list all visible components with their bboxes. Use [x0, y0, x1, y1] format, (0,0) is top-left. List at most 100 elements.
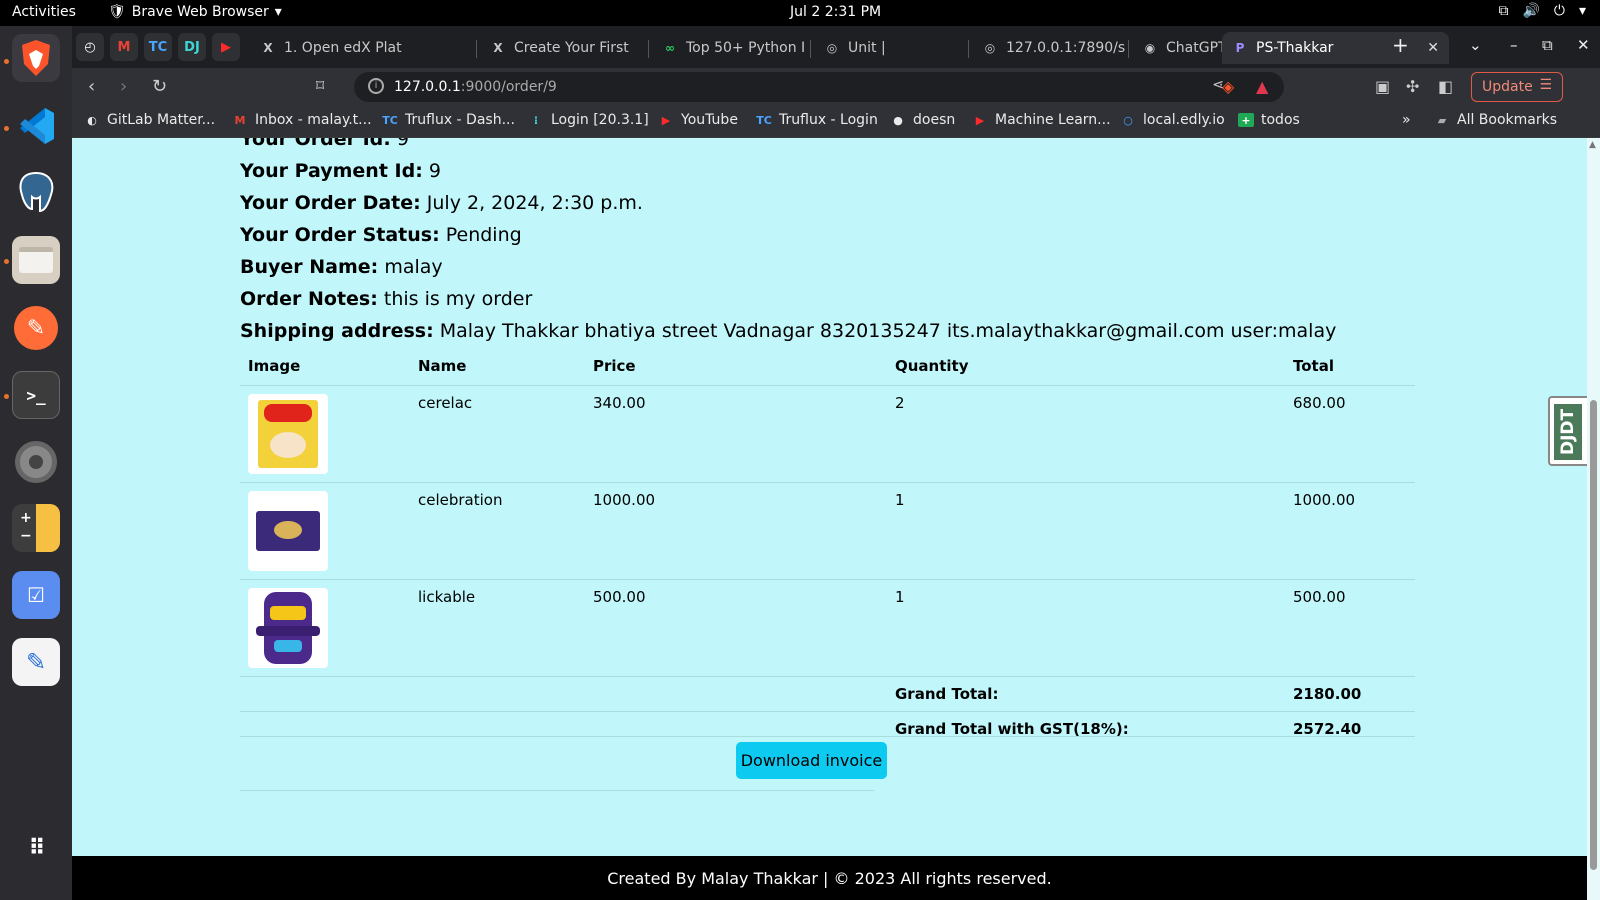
- tab-bar: ◴ M TC DJ ▶ X 1. Open edX Plat X Create …: [72, 26, 1600, 68]
- activities-button[interactable]: Activities: [12, 4, 76, 20]
- update-button[interactable]: Update ☰: [1471, 72, 1563, 102]
- gmail-icon: M: [234, 113, 246, 127]
- reload-button[interactable]: ↻: [152, 76, 167, 97]
- back-button[interactable]: ‹: [88, 76, 95, 97]
- bookmarks-overflow-button[interactable]: »: [1402, 112, 1411, 128]
- forward-button[interactable]: ›: [120, 76, 127, 97]
- order-status-value: Pending: [445, 224, 522, 246]
- app-menu[interactable]: 🛡 Brave Web Browser ▾: [108, 4, 282, 20]
- todos-icon: +: [1238, 113, 1254, 127]
- settings-icon[interactable]: [12, 438, 60, 486]
- all-bookmarks-button[interactable]: ▰ All Bookmarks: [1434, 112, 1557, 128]
- bookmark-gitlab[interactable]: ◐ GitLab Matter...: [84, 112, 215, 128]
- buyer-name-label: Buyer Name:: [240, 256, 379, 278]
- scrollbar-thumb[interactable]: [1590, 400, 1597, 870]
- system-top-bar: Activities 🛡 Brave Web Browser ▾ Jul 2 2…: [0, 0, 1600, 26]
- sidebar-icon[interactable]: ◧: [1438, 77, 1453, 96]
- order-date-value: July 2, 2024, 2:30 p.m.: [426, 192, 643, 214]
- pinned-tab-youtube[interactable]: ▶: [212, 33, 240, 61]
- grand-total-value: 2180.00: [1285, 675, 1415, 711]
- tab-create-first[interactable]: X Create Your First: [482, 32, 646, 64]
- table-row: celebration 1000.00 1 1000.00: [240, 481, 1415, 579]
- django-debug-toolbar-handle[interactable]: DJDT: [1548, 396, 1587, 466]
- bookmark-label: doesn: [913, 112, 956, 128]
- bookmark-label: local.edly.io: [1143, 112, 1225, 128]
- clock[interactable]: Jul 2 2:31 PM: [790, 4, 881, 20]
- puzzle-icon[interactable]: ✣: [1406, 77, 1419, 96]
- extensions-icon[interactable]: ▣: [1375, 77, 1390, 96]
- edly-icon: ○: [1123, 113, 1133, 127]
- product-image-lickable: [248, 587, 328, 668]
- name-cell: cerelac: [410, 384, 585, 482]
- gst-total-row: Grand Total with GST(18%): 2572.40: [240, 710, 1415, 746]
- bookmark-todos[interactable]: + todos: [1238, 112, 1300, 128]
- page-scrollbar[interactable]: ▲: [1587, 138, 1600, 900]
- close-tab-icon[interactable]: ✕: [1427, 40, 1439, 56]
- bookmark-label: YouTube: [681, 112, 738, 128]
- update-label: Update: [1482, 79, 1533, 95]
- tab-localhost-7890[interactable]: ◎ 127.0.0.1:7890/s: [974, 32, 1126, 64]
- tab-ps-thakkar[interactable]: P PS-Thakkar ✕: [1222, 32, 1449, 64]
- app-grid-icon[interactable]: ⠿: [12, 824, 60, 872]
- djdt-label: DJDT: [1554, 404, 1582, 460]
- pinned-tab-login[interactable]: DJ: [178, 33, 206, 61]
- edx-icon: X: [263, 41, 273, 55]
- running-indicator: [4, 394, 9, 399]
- bookmark-icon[interactable]: ⌑: [316, 76, 324, 95]
- close-window-button[interactable]: ✕: [1577, 36, 1590, 54]
- brave-icon[interactable]: [12, 34, 60, 82]
- bookmark-machine-learn[interactable]: ▶ Machine Learn...: [972, 112, 1111, 128]
- maximize-button[interactable]: ⧉: [1542, 36, 1553, 54]
- order-notes-line: Order Notes: this is my order: [240, 288, 532, 310]
- running-indicator: [4, 59, 9, 64]
- tab-unit[interactable]: ◎ Unit |: [816, 32, 966, 64]
- tab-top-python[interactable]: ∞ Top 50+ Python I: [654, 32, 808, 64]
- pinned-tab-gmail[interactable]: M: [110, 33, 138, 61]
- price-cell: 340.00: [585, 384, 887, 482]
- brave-shields-icon[interactable]: ◈: [1222, 77, 1234, 96]
- site-info-icon[interactable]: i: [368, 78, 384, 94]
- shipping-address-line: Shipping address: Malay Thakkar bhatiya …: [240, 320, 1336, 342]
- globe-icon: ◎: [984, 41, 996, 55]
- buyer-name-value: malay: [384, 256, 443, 278]
- order-id-value: 9: [396, 138, 409, 150]
- minimize-button[interactable]: –: [1510, 36, 1518, 54]
- bookmark-inbox[interactable]: M Inbox - malay.t...: [232, 112, 372, 128]
- column-header-price: Price: [585, 348, 887, 386]
- bookmark-truflux-dash[interactable]: TC Truflux - Dash...: [382, 112, 515, 128]
- chevron-down-icon: ▾: [274, 4, 282, 20]
- vscode-icon[interactable]: [12, 102, 60, 150]
- price-cell: 500.00: [585, 578, 887, 676]
- text-editor-icon[interactable]: ✎: [12, 638, 60, 686]
- brave-rewards-icon[interactable]: ▲: [1256, 77, 1268, 96]
- order-id-label: Your Order Id:: [240, 138, 391, 150]
- power-icon: ⏻: [1553, 3, 1565, 19]
- name-cell: celebration: [410, 481, 585, 579]
- bookmark-label: Machine Learn...: [995, 112, 1111, 128]
- column-header-image: Image: [240, 348, 410, 386]
- system-tray[interactable]: ⧉ 🔊 ⏻ ▾: [1498, 3, 1586, 19]
- postgres-icon[interactable]: [12, 168, 60, 216]
- tasks-icon[interactable]: ☑: [12, 571, 60, 619]
- truflux-icon: TC: [756, 113, 772, 127]
- calculator-icon[interactable]: + −: [12, 504, 60, 552]
- bookmark-truflux-login[interactable]: TC Truflux - Login: [756, 112, 878, 128]
- address-bar[interactable]: i 127.0.0.1:9000/order/9 ⋖: [354, 72, 1284, 102]
- pinned-tab-clock[interactable]: ◴: [76, 33, 104, 61]
- bookmark-login[interactable]: ⁝ Login [20.3.1]: [528, 112, 649, 128]
- download-invoice-button[interactable]: Download invoice: [736, 742, 887, 779]
- bookmark-youtube[interactable]: ▶ YouTube: [658, 112, 738, 128]
- tab-search-chevron-icon[interactable]: ⌄: [1469, 36, 1482, 54]
- new-tab-button[interactable]: +: [1392, 33, 1409, 57]
- gitlab-icon: ◐: [87, 113, 97, 127]
- page-content: Your Order Id: 9 Your Payment Id: 9 Your…: [72, 138, 1587, 856]
- bookmark-local-edly[interactable]: ○ local.edly.io: [1120, 112, 1225, 128]
- bookmark-doesn[interactable]: ● doesn: [890, 112, 955, 128]
- pinned-tab-truflux[interactable]: TC: [144, 33, 172, 61]
- bookmark-label: GitLab Matter...: [107, 112, 216, 128]
- shipping-address-label: Shipping address:: [240, 320, 434, 342]
- files-icon[interactable]: [12, 236, 60, 284]
- terminal-icon[interactable]: >_: [12, 371, 60, 419]
- tab-open-edx[interactable]: X 1. Open edX Plat: [252, 32, 474, 64]
- postman-icon[interactable]: ✎: [12, 304, 60, 352]
